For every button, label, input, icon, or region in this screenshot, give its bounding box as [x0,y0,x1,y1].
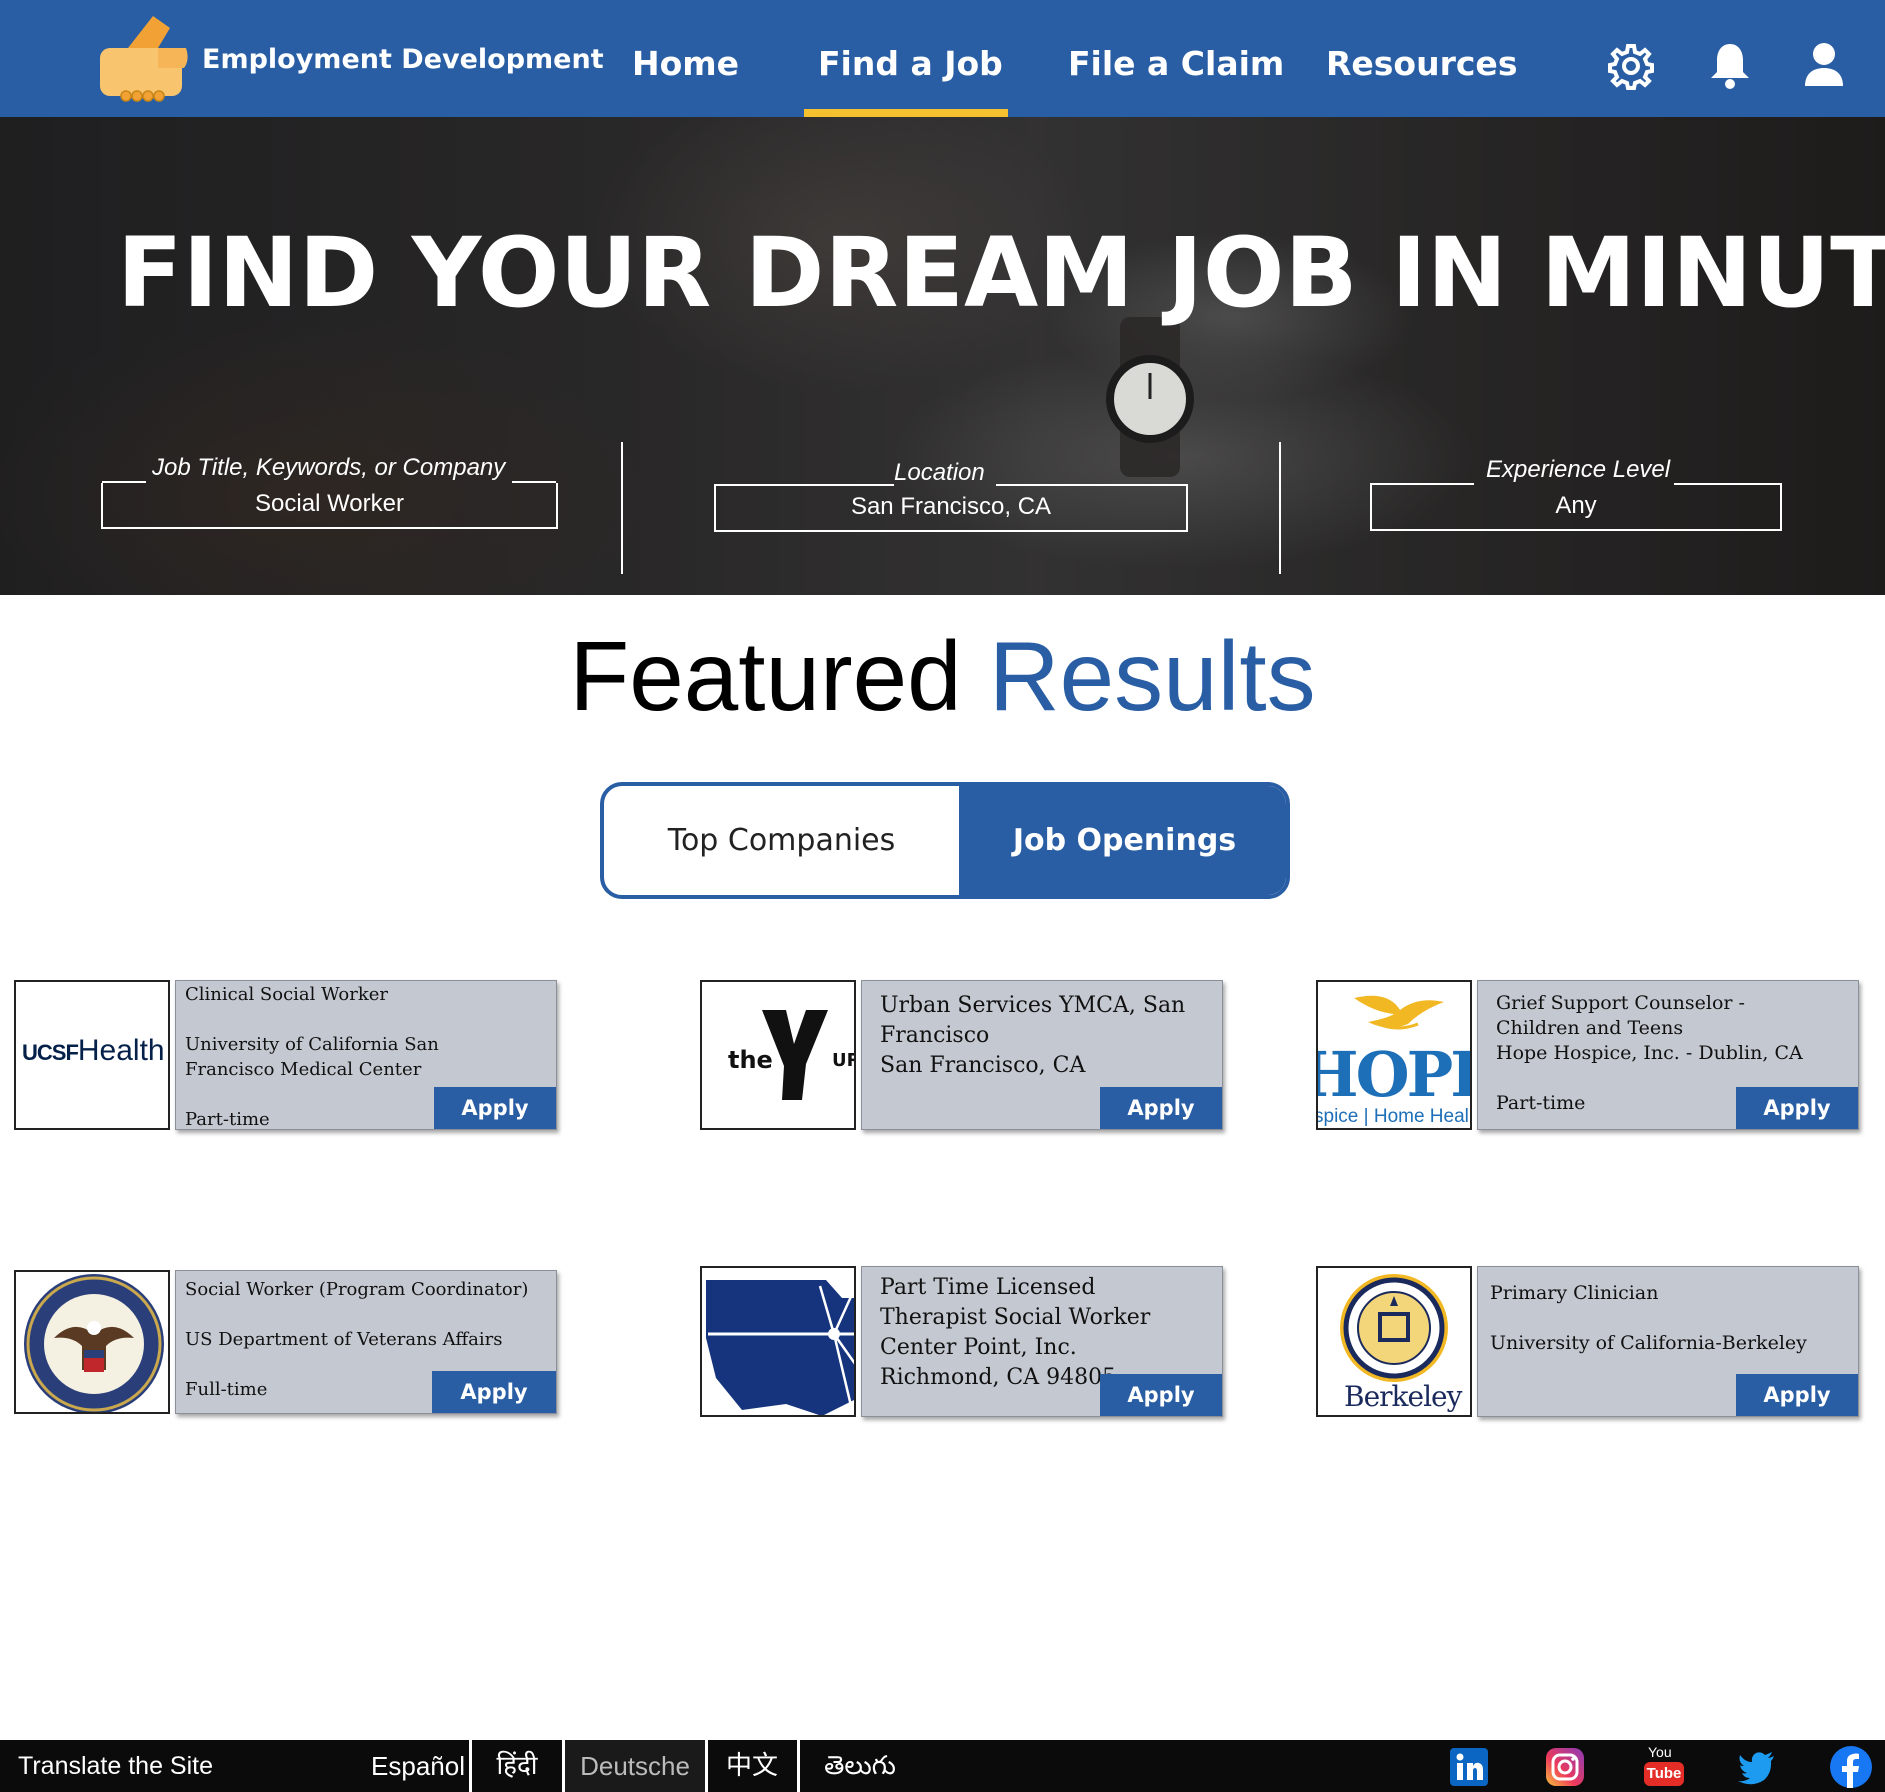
berkeley-seal-icon [1340,1274,1448,1382]
job-employer: Center Point, Inc. [880,1335,1077,1360]
job-card-text: Clinical Social Worker University of Cal… [185,982,439,1132]
tab-top-companies[interactable]: Top Companies [604,786,959,895]
ymca-logo-tail: UR [832,1050,854,1071]
instagram-icon[interactable] [1546,1748,1584,1786]
ymca-logo[interactable]: the UR [700,980,856,1130]
hero-title: FIND YOUR DREAM JOB IN MINUTES [117,217,1885,329]
tab-job-openings[interactable]: Job Openings [959,786,1286,895]
job-title: Part Time Licensed [880,1275,1096,1300]
hope-logo-tagline: spice | Home Heal [1316,1106,1469,1127]
experience-label: Experience Level [1486,456,1671,483]
job-title: Grief Support Counselor - [1496,992,1745,1014]
job-type: Part-time [185,1109,270,1130]
job-line-blank [185,1302,528,1327]
top-nav-bar: Employment Development Home Find a Job F… [0,0,1885,117]
site-brand-name[interactable]: Employment Development [202,44,604,75]
youtube-you-text: You [1648,1744,1672,1760]
job-employer: Urban Services YMCA, San [880,993,1186,1018]
job-card-primary-clinician[interactable]: Primary Clinician University of Californ… [1477,1266,1859,1417]
apply-button[interactable]: Apply [1736,1087,1858,1129]
translate-site-label: Translate the Site [18,1752,214,1780]
job-title: Children and Teens [1496,1017,1684,1039]
berkeley-logo-text: Berkeley [1344,1380,1462,1413]
nav-resources[interactable]: Resources [1326,44,1517,83]
job-card-urban-services-ymca[interactable]: Urban Services YMCA, San Francisco San F… [861,980,1223,1130]
active-nav-indicator [804,109,1008,117]
ucsf-logo-word: Health [77,1034,165,1067]
job-line-blank [185,1082,439,1107]
ucsf-logo-prefix: UCSF [22,1040,79,1065]
job-title: Clinical Social Worker [185,984,389,1005]
job-location: San Francisco, CA [880,1053,1086,1078]
keywords-input[interactable]: Social Worker [101,483,558,529]
nav-file-a-claim[interactable]: File a Claim [1068,44,1284,83]
job-card-grief-support-counselor[interactable]: Grief Support Counselor - Children and T… [1477,980,1859,1130]
results-heading-word: Results [988,621,1316,731]
nav-find-a-job[interactable]: Find a Job [818,44,1003,83]
job-employer: Francisco Medical Center [185,1059,422,1080]
hero-banner: FIND YOUR DREAM JOB IN MINUTES Job Title… [0,117,1885,595]
apply-button[interactable]: Apply [1736,1374,1858,1416]
hope-hospice-logo[interactable]: HOPE spice | Home Heal [1316,980,1472,1130]
job-title: Social Worker (Program Coordinator) [185,1279,529,1300]
lang-deutsche[interactable]: Deutsche [565,1740,705,1792]
job-employer: Hope Hospice, Inc. - Dublin, CA [1496,1042,1803,1064]
ymca-logo-the: the [728,1046,773,1074]
center-point-logo[interactable] [700,1266,856,1417]
search-divider [621,442,623,574]
dove-icon [1354,995,1444,1030]
job-employer: US Department of Veterans Affairs [185,1329,503,1350]
lang-espanol[interactable]: Español [368,1740,468,1792]
job-line-blank [185,1007,439,1032]
youtube-tube-text: Tube [1644,1762,1684,1786]
lang-telugu[interactable]: తెలుగు [800,1740,920,1792]
featured-heading-word: Featured [569,621,962,731]
job-line-blank [1490,1306,1807,1331]
linkedin-icon[interactable] [1450,1748,1488,1786]
berkeley-seal-logo[interactable]: Berkeley [1316,1266,1472,1417]
location-input[interactable]: San Francisco, CA [714,486,1188,532]
wristwatch-photo-detail [1106,317,1194,477]
job-card-social-worker-program-coordinator[interactable]: Social Worker (Program Coordinator) US D… [175,1270,557,1414]
gear-icon[interactable] [1604,40,1658,92]
apply-button[interactable]: Apply [434,1087,556,1129]
featured-results-heading: Featured Results [0,620,1885,733]
job-employer: University of California San [185,1034,439,1055]
apply-button[interactable]: Apply [1100,1087,1222,1129]
job-card-text: Primary Clinician University of Californ… [1490,1281,1807,1356]
ucsf-health-logo[interactable]: UCSFHealth [14,980,170,1130]
handshake-logo-icon[interactable] [98,8,190,108]
ucsf-logo-text: UCSFHealth [22,1034,165,1068]
center-point-map-icon [706,1280,854,1415]
veterans-affairs-seal-icon [24,1274,164,1412]
keywords-label: Job Title, Keywords, or Company [152,454,506,481]
twitter-icon[interactable] [1738,1748,1776,1786]
job-card-text: Urban Services YMCA, San Francisco San F… [880,991,1185,1081]
apply-button[interactable]: Apply [432,1371,556,1413]
user-icon[interactable] [1797,40,1851,92]
experience-select[interactable]: Any [1370,485,1782,531]
job-title: Primary Clinician [1490,1282,1659,1304]
lang-hindi[interactable]: हिंदी [472,1740,562,1792]
lang-chinese[interactable]: 中文 [708,1740,796,1792]
job-card-clinical-social-worker[interactable]: Clinical Social Worker University of Cal… [175,980,557,1130]
youtube-icon[interactable]: You Tube [1644,1744,1684,1788]
apply-button[interactable]: Apply [1100,1374,1222,1416]
job-employer: Francisco [880,1023,990,1048]
nav-home[interactable]: Home [632,44,739,83]
job-card-part-time-therapist[interactable]: Part Time Licensed Therapist Social Work… [861,1266,1223,1417]
hope-logo-text: HOPE [1318,1038,1470,1111]
search-divider [1279,442,1281,574]
location-label: Location [894,459,985,486]
job-title: Therapist Social Worker [880,1305,1151,1330]
results-toggle: Top Companies Job Openings [600,782,1290,899]
bell-icon[interactable] [1703,40,1757,92]
facebook-icon[interactable] [1830,1746,1872,1788]
veterans-affairs-seal-logo[interactable] [14,1270,170,1414]
footer-bar: Translate the Site Español हिंदी Deutsch… [0,1740,1885,1792]
job-employer: University of California-Berkeley [1490,1332,1807,1354]
